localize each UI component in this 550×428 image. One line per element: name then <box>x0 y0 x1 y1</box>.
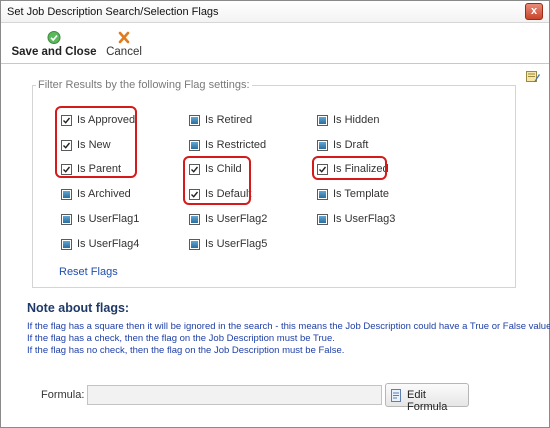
toolbar: Save and Close Cancel <box>1 24 549 64</box>
notes-title: Note about flags: <box>27 301 130 315</box>
flag-label: Is Restricted <box>205 139 267 152</box>
cancel-x-icon <box>118 31 130 44</box>
checkbox-indeterminate-icon[interactable] <box>317 188 328 200</box>
flag-is-userflag2[interactable]: Is UserFlag2 <box>189 211 267 227</box>
highlight-box-finalized <box>312 156 387 180</box>
flag-is-userflag4[interactable]: Is UserFlag4 <box>61 236 139 252</box>
cancel-button[interactable]: Cancel <box>105 31 143 58</box>
flag-label: Is UserFlag4 <box>77 238 140 251</box>
checkbox-indeterminate-icon[interactable] <box>189 213 200 225</box>
reset-flags-link[interactable]: Reset Flags <box>59 266 118 278</box>
checkbox-indeterminate-icon[interactable] <box>61 188 72 200</box>
document-edit-icon <box>391 389 401 402</box>
checkmark-circle-icon <box>47 31 61 44</box>
note-line: If the flag has no check, then the flag … <box>27 345 345 356</box>
dialog-window: Set Job Description Search/Selection Fla… <box>0 0 550 428</box>
flag-label: Is UserFlag2 <box>205 213 268 226</box>
flag-is-userflag5[interactable]: Is UserFlag5 <box>189 236 267 252</box>
edit-settings-icon[interactable] <box>526 70 540 83</box>
checkbox-indeterminate-icon[interactable] <box>61 238 72 250</box>
flag-label: Is Template <box>333 188 390 201</box>
edit-formula-label: Edit Formula <box>407 389 448 413</box>
flag-label: Is Hidden <box>333 114 380 127</box>
checkbox-indeterminate-icon[interactable] <box>317 213 328 225</box>
title-bar: Set Job Description Search/Selection Fla… <box>1 1 549 23</box>
checkbox-indeterminate-icon[interactable] <box>189 114 200 126</box>
edit-formula-button[interactable]: Edit Formula <box>385 383 469 413</box>
checkbox-indeterminate-icon[interactable] <box>317 114 328 126</box>
formula-label: Formula: <box>41 389 85 401</box>
flag-label: Is Archived <box>77 188 131 201</box>
flag-label: Is UserFlag5 <box>205 238 268 251</box>
note-line: If the flag has a check, then the flag o… <box>27 333 335 344</box>
highlight-box-approved-new-parent <box>55 106 137 178</box>
window-title: Set Job Description Search/Selection Fla… <box>7 6 219 18</box>
checkbox-indeterminate-icon[interactable] <box>317 139 328 151</box>
checkbox-indeterminate-icon[interactable] <box>189 238 200 250</box>
flag-is-template[interactable]: Is Template <box>317 186 389 202</box>
flag-is-restricted[interactable]: Is Restricted <box>189 137 266 153</box>
flag-label: Is UserFlag3 <box>333 213 396 226</box>
flag-label: Is Draft <box>333 139 369 152</box>
flag-is-archived[interactable]: Is Archived <box>61 186 131 202</box>
save-and-close-button[interactable]: Save and Close <box>7 31 101 58</box>
close-button[interactable]: x <box>525 3 543 20</box>
flag-is-draft[interactable]: Is Draft <box>317 137 368 153</box>
flag-label: Is UserFlag1 <box>77 213 140 226</box>
checkbox-indeterminate-icon[interactable] <box>61 213 72 225</box>
flag-panel-legend: Filter Results by the following Flag set… <box>36 79 252 91</box>
formula-input[interactable] <box>87 385 382 405</box>
flag-label: Is Retired <box>205 114 253 127</box>
save-and-close-label: Save and Close <box>11 46 97 58</box>
flag-is-userflag1[interactable]: Is UserFlag1 <box>61 211 139 227</box>
flag-is-retired[interactable]: Is Retired <box>189 112 252 128</box>
checkbox-indeterminate-icon[interactable] <box>189 139 200 151</box>
note-line: If the flag has a square then it will be… <box>27 321 550 332</box>
cancel-label: Cancel <box>106 46 142 58</box>
flag-is-userflag3[interactable]: Is UserFlag3 <box>317 211 395 227</box>
flag-is-hidden[interactable]: Is Hidden <box>317 112 379 128</box>
highlight-box-child-default <box>183 156 251 205</box>
